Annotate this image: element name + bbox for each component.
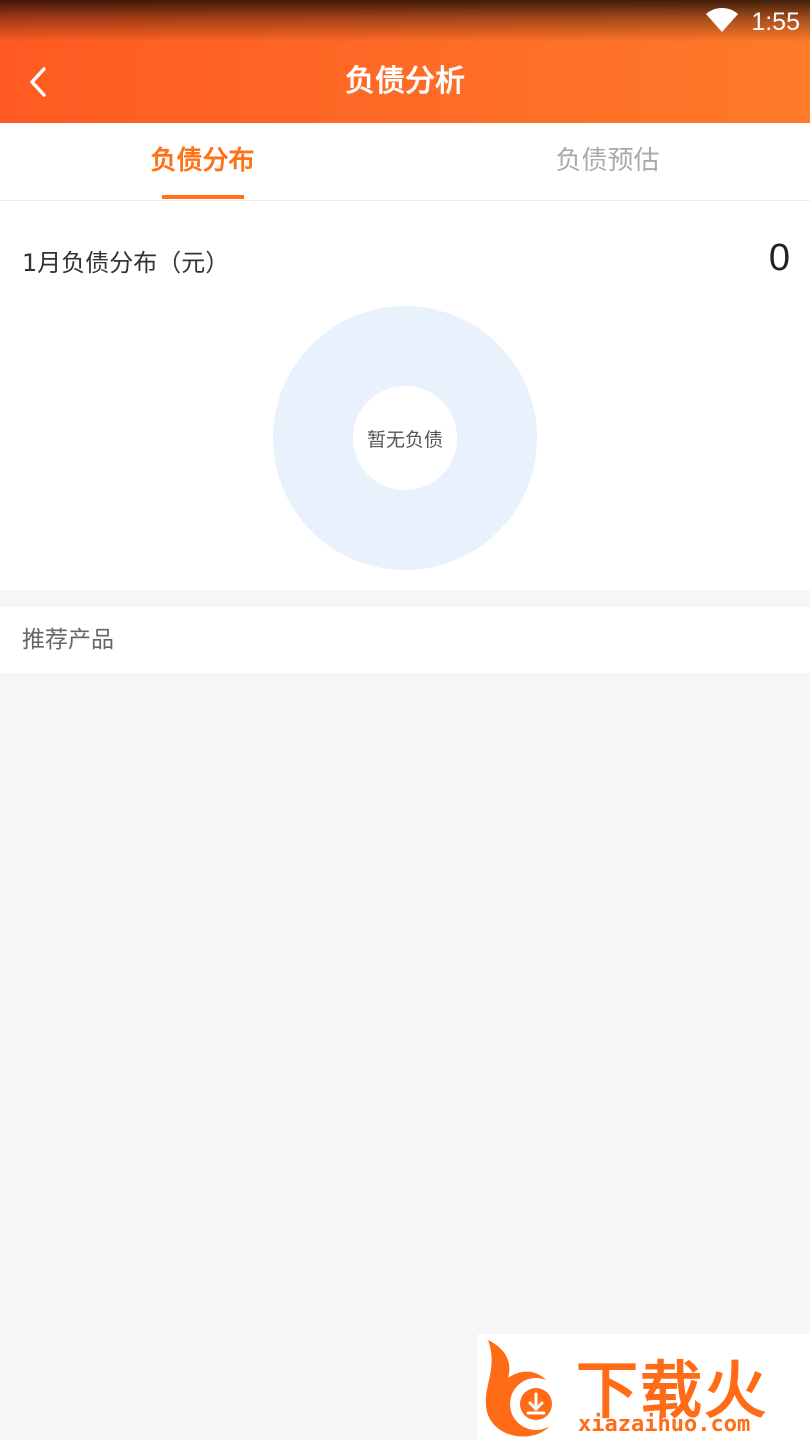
page-title: 负债分析 <box>345 64 465 99</box>
tab-active-indicator <box>161 195 244 199</box>
tab-debt-forecast[interactable]: 负债预估 <box>405 123 810 200</box>
watermark-logo: 下载火 xiazaihuo.com <box>478 1334 810 1440</box>
status-time: 1:55 <box>751 7 800 36</box>
distribution-card: 1月负债分布（元） 0 暂无负债 <box>0 201 810 590</box>
distribution-total: 0 <box>768 237 790 279</box>
recommend-section-header: 推荐产品 <box>0 607 810 675</box>
watermark-url: xiazaihuo.com <box>578 1412 751 1437</box>
tab-label: 负债预估 <box>555 146 660 176</box>
app-header: 1:55 负债分析 <box>0 0 810 123</box>
recommend-title: 推荐产品 <box>22 627 114 653</box>
flame-logo-icon <box>485 1340 562 1437</box>
wifi-icon <box>705 7 739 37</box>
distribution-label: 1月负债分布（元） <box>22 249 230 277</box>
tab-label: 负债分布 <box>150 146 255 176</box>
tab-debt-distribution[interactable]: 负债分布 <box>0 123 405 200</box>
tab-bar: 负债分布 负债预估 <box>0 123 810 201</box>
empty-state-text: 暂无负债 <box>366 428 443 451</box>
status-bar: 1:55 <box>705 6 800 38</box>
